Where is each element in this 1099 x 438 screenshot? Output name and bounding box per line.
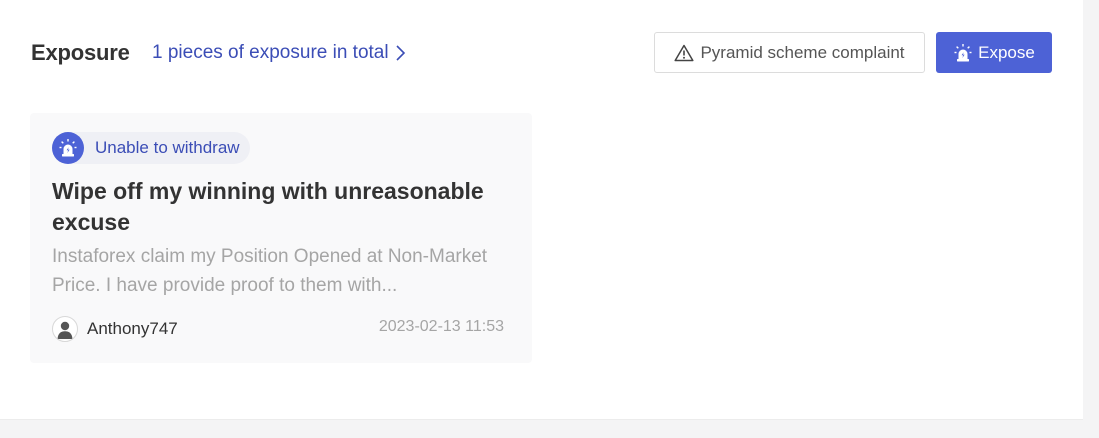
pyramid-scheme-complaint-button[interactable]: Pyramid scheme complaint [654,32,925,73]
category-tag: Unable to withdraw [52,132,250,164]
exposure-card[interactable]: Unable to withdraw Wipe off my winning w… [30,113,532,363]
expose-button-label: Expose [978,42,1035,62]
exposure-excerpt: Instaforex claim my Position Opened at N… [52,246,488,296]
exposure-total-link[interactable]: 1 pieces of exposure in total [152,39,407,67]
page-title: Exposure [31,40,130,65]
category-tag-label: Unable to withdraw [95,138,240,157]
exposure-title: Wipe off my winning with unreasonable ex… [52,178,484,235]
complaint-button-label: Pyramid scheme complaint [700,42,905,62]
warning-triangle-icon [674,44,695,61]
exposure-header: Exposure 1 pieces of exposure in total P… [0,0,1083,100]
author-info: Anthony747 [52,316,178,342]
exposure-panel: Exposure 1 pieces of exposure in total P… [0,0,1083,420]
alarm-siren-icon [954,43,972,61]
chevron-right-icon [396,45,405,61]
post-timestamp: 2023-02-13 11:53 [378,318,504,335]
expose-button[interactable]: Expose [936,32,1052,73]
alarm-siren-icon [52,132,84,164]
author-name: Anthony747 [87,319,178,338]
exposure-total-label: 1 pieces of exposure in total [152,42,389,63]
user-avatar-icon [52,316,78,342]
